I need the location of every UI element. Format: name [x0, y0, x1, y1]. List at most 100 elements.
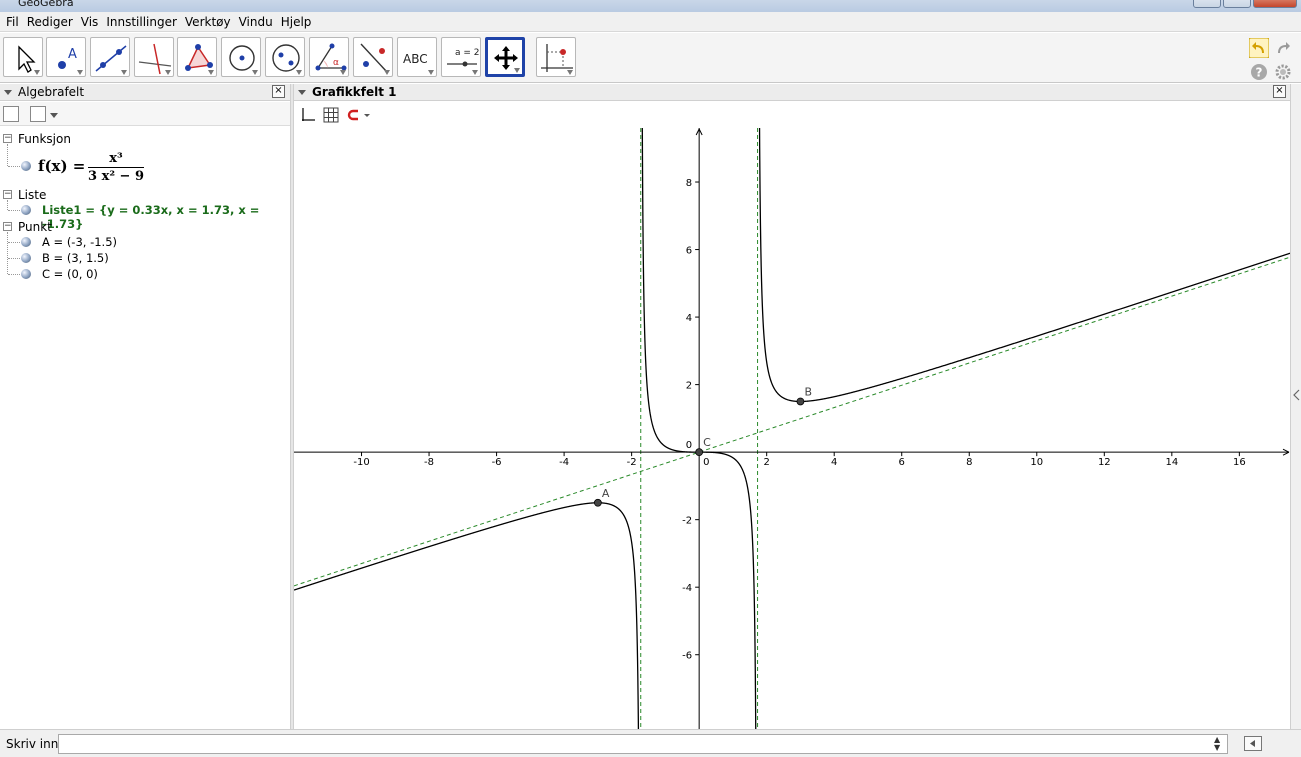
window-title: GeoGebra	[18, 0, 74, 9]
tool-point-button[interactable]: A	[46, 37, 86, 77]
function-f-numerator: x³	[88, 151, 144, 168]
y-tick-label: -6	[682, 651, 692, 662]
tool-perpendicular-button[interactable]	[134, 37, 174, 77]
sort-by-icon[interactable]	[30, 106, 46, 122]
maximize-button[interactable]	[1223, 0, 1251, 8]
point-label-a: A	[602, 487, 610, 500]
collapse-punkt-icon[interactable]: −	[3, 222, 12, 231]
redo-icon[interactable]	[1273, 38, 1293, 58]
auxiliary-objects-icon[interactable]	[3, 106, 19, 122]
point-a	[593, 498, 602, 507]
tool-text-button[interactable]: ABC	[397, 37, 437, 77]
sort-dropdown-icon[interactable]	[50, 113, 58, 118]
graphics-view-header: Grafikkfelt 1 ×	[294, 84, 1290, 101]
toolbar: A α ABC a = 2 ?	[0, 33, 1301, 83]
point-c-entry[interactable]: C = (0, 0)	[42, 267, 98, 281]
collapse-graphics-icon[interactable]	[298, 90, 306, 95]
x-tick-label: 14	[1165, 457, 1178, 468]
visibility-toggle-c[interactable]	[21, 269, 31, 279]
tool-move-graphics-button[interactable]	[485, 37, 525, 77]
y-tick-label: 4	[686, 313, 692, 324]
function-f-denominator: 3 x² − 9	[88, 169, 145, 184]
tool-graphics-options-button[interactable]	[536, 37, 576, 77]
menu-vis[interactable]: Vis	[77, 15, 103, 29]
point-capturing-icon[interactable]	[347, 107, 373, 123]
graphics-view-title: Grafikkfelt 1	[312, 85, 397, 99]
menu-verktoy[interactable]: Verktøy	[181, 15, 235, 29]
algebra-view-header: Algebrafelt ×	[0, 84, 290, 101]
virtual-keyboard-icon[interactable]	[1244, 736, 1262, 751]
input-history-spinner-icon[interactable]: ▲ ▼	[1214, 736, 1224, 752]
function-f-entry[interactable]: f(x) = x³ 3 x² − 9	[38, 151, 144, 184]
toggle-axes-icon[interactable]	[300, 107, 316, 123]
point-b	[796, 397, 805, 406]
oblique-asymptote	[294, 256, 1290, 587]
tool-ellipse-button[interactable]	[265, 37, 305, 77]
tool-circle-button[interactable]	[221, 37, 261, 77]
x-tick-label: -2	[627, 457, 637, 468]
y-tick-label: 2	[686, 381, 692, 392]
point-icon-label: A	[68, 47, 77, 62]
angle-icon-label: α	[333, 58, 339, 68]
x-tick-label: 4	[831, 457, 837, 468]
graphics-view[interactable]: -10 -8 -6 -4 -2 0 2 4 6 8 10 12 14 16 -6 -4 -2 2 4 6 8 0 A B C	[294, 128, 1290, 729]
algebra-view: − Funksjon f(x) = x³ 3 x² − 9 − Liste Li…	[0, 127, 290, 729]
x-tick-label: 16	[1233, 457, 1246, 468]
x-tick-label: 8	[966, 457, 972, 468]
expand-panel-icon[interactable]	[1293, 389, 1301, 401]
point-label-c: C	[703, 436, 711, 449]
svg-text:?: ?	[1256, 66, 1263, 80]
menu-hjelp[interactable]: Hjelp	[277, 15, 316, 29]
origin-y-label: 0	[686, 440, 692, 451]
tool-slider-button[interactable]: a = 2	[441, 37, 481, 77]
close-window-button[interactable]	[1253, 0, 1297, 8]
undo-icon[interactable]	[1249, 38, 1269, 58]
settings-icon[interactable]	[1273, 62, 1293, 82]
toggle-grid-icon[interactable]	[323, 107, 339, 123]
tool-angle-button[interactable]: α	[309, 37, 349, 77]
tool-polygon-button[interactable]	[177, 37, 217, 77]
y-tick-label: 6	[686, 246, 692, 257]
algebra-view-title: Algebrafelt	[18, 85, 85, 99]
minimize-button[interactable]	[1193, 0, 1221, 8]
collapse-funksjon-icon[interactable]: −	[3, 134, 12, 143]
visibility-toggle-f[interactable]	[21, 161, 31, 171]
input-field[interactable]	[58, 734, 1228, 754]
point-label-b: B	[804, 385, 812, 398]
tool-line-button[interactable]	[90, 37, 130, 77]
y-tick-label: -4	[682, 583, 692, 594]
collapse-algebra-icon[interactable]	[4, 90, 12, 95]
toolbar-right-group: ?	[1247, 36, 1297, 82]
visibility-toggle-a[interactable]	[21, 237, 31, 247]
close-graphics-view-button[interactable]: ×	[1273, 85, 1286, 98]
graphics-style-bar	[294, 102, 1290, 128]
menu-vindu[interactable]: Vindu	[235, 15, 277, 29]
tool-move-button[interactable]	[3, 37, 43, 77]
x-tick-label: 0	[703, 457, 709, 468]
menu-innstillinger[interactable]: Innstillinger	[102, 15, 181, 29]
x-tick-label: -4	[559, 457, 569, 468]
close-algebra-view-button[interactable]: ×	[272, 85, 285, 98]
input-label: Skriv inn:	[6, 737, 63, 751]
category-funksjon: Funksjon	[18, 132, 71, 146]
point-c	[695, 448, 704, 457]
point-b-entry[interactable]: B = (3, 1.5)	[42, 251, 109, 265]
graphics-canvas[interactable]: -10 -8 -6 -4 -2 0 2 4 6 8 10 12 14 16 -6 -4 -2 2 4 6 8 0 A B C	[294, 128, 1290, 729]
point-a-entry[interactable]: A = (-3, -1.5)	[42, 235, 117, 249]
visibility-toggle-b[interactable]	[21, 253, 31, 263]
menu-rediger[interactable]: Rediger	[23, 15, 77, 29]
algebra-view-toolbar	[0, 102, 290, 126]
x-tick-label: -8	[424, 457, 434, 468]
window-titlebar: GeoGebra	[0, 0, 1301, 12]
list-liste1-entry[interactable]: Liste1 = {y = 0.33x, x = 1.73, x = -1.73…	[42, 203, 290, 231]
function-f-graph	[294, 502, 640, 729]
x-tick-label: 6	[899, 457, 905, 468]
collapse-liste-icon[interactable]: −	[3, 190, 12, 199]
y-tick-label: 8	[686, 178, 692, 189]
help-icon[interactable]: ?	[1249, 62, 1269, 82]
tool-reflect-button[interactable]	[353, 37, 393, 77]
visibility-toggle-liste1[interactable]	[21, 205, 31, 215]
text-icon-label: ABC	[403, 52, 428, 66]
menu-fil[interactable]: Fil	[2, 15, 23, 29]
function-f-fraction: x³ 3 x² − 9	[88, 151, 144, 184]
